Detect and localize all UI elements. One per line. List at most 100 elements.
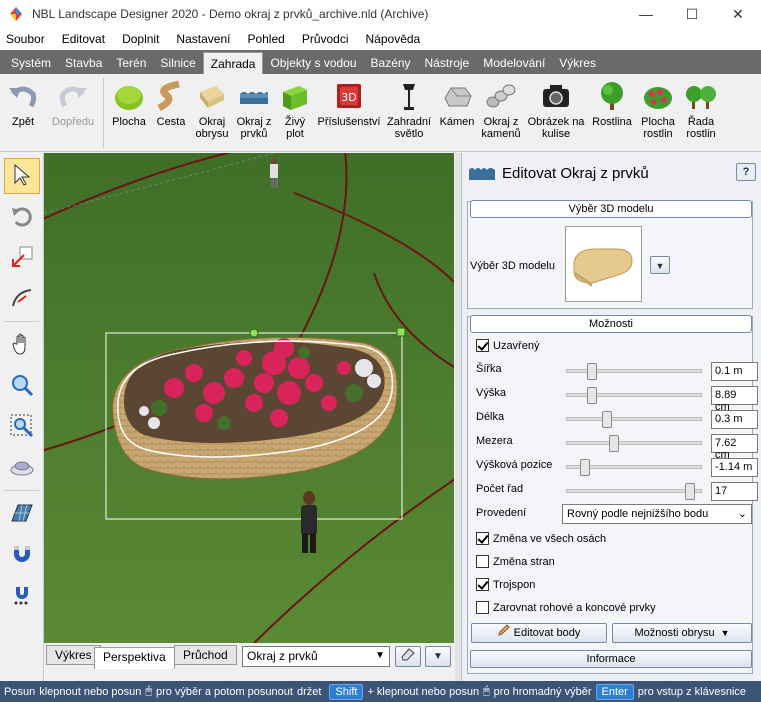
accessories-button[interactable]: 3D Příslušenství: [315, 74, 383, 151]
menu-pohled[interactable]: Pohled: [247, 32, 284, 46]
slider-thumb[interactable]: [601, 411, 612, 428]
maximize-button[interactable]: ☐: [669, 0, 715, 28]
model-preview[interactable]: [565, 226, 642, 302]
redo-button[interactable]: Dopředu: [46, 74, 100, 151]
tab-objekty-s-vodou[interactable]: Objekty s vodou: [263, 52, 363, 74]
gap-slider[interactable]: [566, 435, 702, 452]
tab-system[interactable]: Systém: [4, 52, 58, 74]
zoom-tool[interactable]: [4, 368, 40, 404]
snap-options-tool[interactable]: [4, 578, 40, 614]
align-corners-checkbox[interactable]: [476, 601, 489, 614]
plant-area-button[interactable]: Plocha rostlin: [635, 74, 681, 151]
tab-vykres[interactable]: Výkres: [552, 52, 603, 74]
arc-tool[interactable]: [4, 281, 40, 317]
tab-zahrada[interactable]: Zahrada: [202, 52, 264, 74]
slider-thumb[interactable]: [587, 387, 598, 404]
rotation-handle[interactable]: [249, 328, 259, 338]
outline-edge-button[interactable]: Okraj obrysu: [191, 74, 233, 151]
menu-editovat[interactable]: Editovat: [62, 32, 105, 46]
width-field[interactable]: 0.1 m: [711, 362, 758, 381]
flip-sides-row[interactable]: Změna stran: [476, 555, 555, 568]
length-label: Délka: [476, 411, 505, 423]
edit-points-button[interactable]: Editovat body: [471, 623, 607, 643]
orbit-tool[interactable]: [4, 450, 40, 486]
backdrop-image-button[interactable]: Obrázek na kulise: [523, 74, 589, 151]
object-combo[interactable]: Okraj z prvků ▼: [242, 646, 390, 667]
garden-light-button[interactable]: Zahradní světlo: [383, 74, 435, 151]
status-bar: Posun klepnout nebo posun 🖱 pro výběr a …: [0, 681, 761, 702]
scale-tool[interactable]: [4, 240, 40, 276]
snap-tool[interactable]: [4, 537, 40, 573]
design-select[interactable]: Rovný podle nejnižšího bodu ⌄: [562, 504, 752, 524]
zoom-window-tool[interactable]: [4, 409, 40, 445]
tree-row-icon: [685, 80, 717, 112]
element-edge-button[interactable]: Okraj z prvků: [233, 74, 275, 151]
menu-napoveda[interactable]: Nápověda: [366, 32, 421, 46]
closed-checkbox-row[interactable]: Uzavřený: [476, 339, 539, 352]
grid-tool[interactable]: [4, 496, 40, 532]
help-button[interactable]: ?: [736, 163, 756, 181]
close-button[interactable]: ✕: [715, 0, 761, 28]
slider-thumb[interactable]: [684, 483, 695, 500]
rotate-tool[interactable]: [4, 199, 40, 235]
options-group: Možnosti Uzavřený Šířka 0.1 m Výška 8.89…: [467, 315, 758, 674]
plant-button[interactable]: Rostlina: [589, 74, 635, 151]
area-button[interactable]: Plocha: [107, 74, 151, 151]
rows-slider[interactable]: [566, 483, 702, 500]
outline-options-button[interactable]: Možnosti obrysu ▼: [612, 623, 752, 643]
width-slider[interactable]: [566, 363, 702, 380]
tab-bazeny[interactable]: Bazény: [364, 52, 418, 74]
tab-silnice[interactable]: Silnice: [153, 52, 202, 74]
menu-nastaveni[interactable]: Nastavení: [176, 32, 230, 46]
tab-teren[interactable]: Terén: [109, 52, 153, 74]
tab-modelovani[interactable]: Modelování: [476, 52, 552, 74]
view-menu-button[interactable]: ▼: [425, 646, 451, 667]
tab-walkthrough[interactable]: Průchod: [174, 645, 237, 665]
model-select-dropdown[interactable]: ▼: [650, 256, 670, 274]
align-corners-row[interactable]: Zarovnat rohové a koncové prvky: [476, 601, 656, 614]
stone-button[interactable]: Kámen: [435, 74, 479, 151]
tab-stavba[interactable]: Stavba: [58, 52, 109, 74]
minimize-button[interactable]: —: [623, 0, 669, 28]
garden-scene[interactable]: [44, 153, 454, 643]
all-axes-checkbox[interactable]: [476, 532, 489, 545]
tab-perspective[interactable]: Perspektiva: [94, 647, 175, 669]
model-group-header: Výběr 3D modelu: [470, 200, 752, 218]
tab-drawing[interactable]: Výkres: [46, 645, 101, 665]
stone-edge-button[interactable]: Okraj z kamenů: [479, 74, 523, 151]
menu-soubor[interactable]: Soubor: [6, 32, 45, 46]
undo-button[interactable]: Zpět: [0, 74, 46, 151]
flip-sides-checkbox[interactable]: [476, 555, 489, 568]
pan-tool[interactable]: [4, 327, 40, 363]
elevation-slider[interactable]: [566, 459, 702, 476]
rotate-icon: [10, 204, 34, 231]
grid-icon: [10, 501, 34, 528]
plant-row-button[interactable]: Řada rostlin: [681, 74, 721, 151]
slider-thumb[interactable]: [580, 459, 591, 476]
menu-pruvodci[interactable]: Průvodci: [302, 32, 349, 46]
length-field[interactable]: 0.3 m: [711, 410, 758, 429]
path-button[interactable]: Cesta: [151, 74, 191, 151]
height-label: Výška: [476, 387, 506, 399]
all-axes-row[interactable]: Změna ve všech osách: [476, 532, 606, 545]
hedge-button[interactable]: Živý plot: [275, 74, 315, 151]
slider-thumb[interactable]: [608, 435, 619, 452]
slider-thumb[interactable]: [587, 363, 598, 380]
triple-joint-row[interactable]: Trojspon: [476, 578, 535, 591]
elevation-field[interactable]: -1.14 m: [711, 458, 758, 477]
gap-field[interactable]: 7.62 cm: [711, 434, 758, 461]
height-slider[interactable]: [566, 387, 702, 404]
menu-doplnit[interactable]: Doplnit: [122, 32, 159, 46]
3d-viewport[interactable]: [44, 153, 454, 643]
3d-book-icon: 3D: [333, 80, 365, 112]
select-tool[interactable]: [4, 158, 40, 194]
triple-joint-checkbox[interactable]: [476, 578, 489, 591]
height-field[interactable]: 8.89 cm: [711, 386, 758, 413]
info-button[interactable]: Informace: [470, 650, 752, 668]
resize-handle[interactable]: [396, 327, 406, 337]
tab-nastroje[interactable]: Nástroje: [418, 52, 477, 74]
length-slider[interactable]: [566, 411, 702, 428]
closed-checkbox[interactable]: [476, 339, 489, 352]
eraser-button[interactable]: [395, 646, 421, 667]
rows-field[interactable]: 17: [711, 482, 758, 501]
